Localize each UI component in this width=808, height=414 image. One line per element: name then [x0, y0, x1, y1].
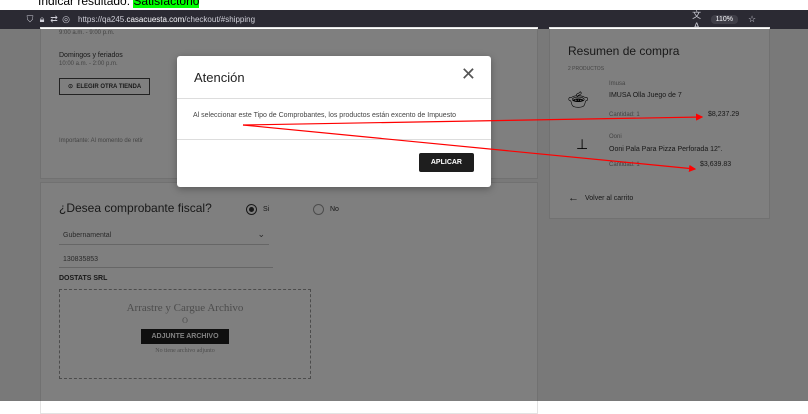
lock-icon[interactable]: 🔒︎ [36, 14, 48, 25]
modal-title: Atención [194, 70, 245, 85]
close-icon[interactable]: ✕ [461, 64, 476, 85]
attention-modal: Atención ✕ Al seleccionar este Tipo de C… [177, 56, 491, 187]
modal-divider [177, 139, 491, 140]
modal-message: Al seleccionar este Tipo de Comprobantes… [193, 112, 457, 119]
permissions-icon[interactable]: ⇄ [48, 14, 60, 25]
apply-button[interactable]: APLICAR [418, 153, 474, 172]
shield-icon[interactable]: ⛉ [24, 14, 36, 25]
address-bar[interactable]: https://qa245.casacuesta.com/checkout/#s… [78, 15, 255, 24]
modal-divider [177, 98, 491, 99]
caption-result-highlight: Satisfactorio [133, 0, 200, 8]
bookmark-star-icon[interactable]: ☆ [746, 14, 758, 25]
caption-prefix: Indicar resultado: [38, 0, 131, 8]
document-caption: Indicar resultado: Satisfactorio [0, 0, 808, 10]
zoom-level[interactable]: 110% [710, 15, 738, 24]
tracking-icon[interactable]: ◎ [60, 14, 72, 25]
